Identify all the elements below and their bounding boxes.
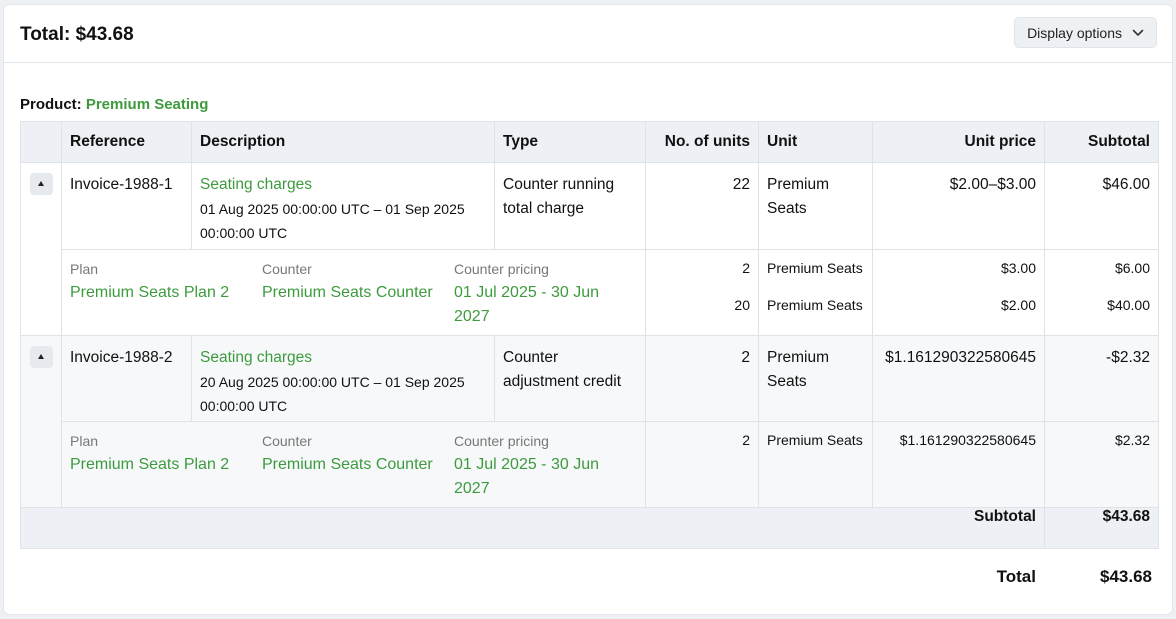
detail-unit-cell: Premium Seats Premium Seats: [758, 249, 873, 336]
invoice-card: Total: $43.68 Display options Product: P…: [3, 4, 1173, 615]
detail-unit-cell: Premium Seats: [758, 421, 873, 508]
unit-cell: Premium Seats: [758, 162, 873, 250]
counter-label: Counter: [262, 261, 312, 277]
pricing-link[interactable]: 01 Jul 2025 - 30 Jun 2027: [454, 453, 629, 501]
page-title: Total: $43.68: [20, 24, 134, 45]
counter-link[interactable]: Premium Seats Counter: [262, 453, 454, 477]
description-link[interactable]: Seating charges: [200, 346, 486, 370]
caret-up-icon[interactable]: [29, 346, 53, 368]
grand-total-label: Total: [996, 567, 1036, 586]
description-link[interactable]: Seating charges: [200, 173, 486, 197]
unit-cell: Premium Seats: [758, 335, 873, 422]
product-name: Premium Seating: [85, 96, 209, 113]
pricing-link[interactable]: 01 Jul 2025 - 30 Jun 2027: [454, 281, 629, 329]
chevron-down-icon: [1132, 29, 1144, 37]
column-header-unit: Unit: [758, 121, 873, 163]
plan-link[interactable]: Premium Seats Plan 2: [70, 453, 262, 477]
detail-units-cell: 2: [645, 421, 759, 508]
detail-subtotal: $2.32: [1114, 432, 1150, 448]
type-cell: Counter adjustment credit: [494, 335, 646, 422]
description-cell: Seating charges 01 Aug 2025 00:00:00 UTC…: [191, 162, 495, 250]
billing-period: 20 Aug 2025 00:00:00 UTC – 01 Sep 2025 0…: [200, 374, 465, 414]
counter-meta: Counter Premium Seats Counter: [262, 262, 454, 329]
grand-total-value: $43.68: [1100, 567, 1152, 586]
detail-units-cell: 2 20: [645, 249, 759, 336]
row-detail: Plan Premium Seats Plan 2 Counter Premiu…: [21, 249, 1159, 336]
plan-label: Plan: [70, 261, 99, 277]
detail-unit-price: $1.161290322580645: [899, 432, 1036, 448]
detail-unit-price: $3.00: [1000, 260, 1036, 276]
column-header-unit-price: Unit price: [872, 121, 1045, 163]
unit-price-cell: $1.161290322580645: [872, 335, 1045, 422]
detail-subtotal-cell: $2.32: [1044, 421, 1159, 508]
column-header-reference: Reference: [61, 121, 192, 163]
display-options-button[interactable]: Display options: [1014, 17, 1157, 48]
pricing-meta: Counter pricing 01 Jul 2025 - 30 Jun 202…: [454, 262, 629, 329]
line-items-table: Reference Description Type No. of units …: [20, 121, 1159, 549]
counter-meta: Counter Premium Seats Counter: [262, 434, 454, 501]
toggle-cell: [20, 335, 62, 508]
detail-meta-cell: Plan Premium Seats Plan 2 Counter Premiu…: [61, 421, 646, 508]
detail-unit: Premium Seats: [767, 297, 863, 313]
column-header-type: Type: [494, 121, 646, 163]
column-header-description: Description: [191, 121, 495, 163]
detail-unit: Premium Seats: [767, 432, 863, 448]
detail-unit: Premium Seats: [767, 260, 863, 276]
detail-unit-price-cell: $1.161290322580645: [872, 421, 1045, 508]
card-header: Total: $43.68 Display options: [4, 5, 1172, 63]
display-options-label: Display options: [1027, 24, 1122, 41]
pricing-label: Counter pricing: [454, 261, 549, 277]
column-header-subtotal: Subtotal: [1044, 121, 1159, 163]
plan-link[interactable]: Premium Seats Plan 2: [70, 281, 262, 305]
plan-label: Plan: [70, 433, 99, 449]
reference-cell: Invoice-1988-2: [61, 335, 192, 422]
grand-total-row: Total $43.68: [20, 555, 1158, 596]
product-label: Product:: [20, 96, 82, 113]
reference-cell: Invoice-1988-1: [61, 162, 192, 250]
table-row: Invoice-1988-2 Seating charges 20 Aug 20…: [20, 335, 1159, 508]
pricing-label: Counter pricing: [454, 433, 549, 449]
detail-units: 2: [742, 260, 750, 276]
column-header-units: No. of units: [645, 121, 759, 163]
detail-subtotal: $6.00: [1114, 260, 1150, 276]
type-cell: Counter running total charge: [494, 162, 646, 250]
subtotal-cell: $46.00: [1044, 162, 1159, 250]
detail-units: 2: [742, 432, 750, 448]
pricing-meta: Counter pricing 01 Jul 2025 - 30 Jun 202…: [454, 434, 629, 501]
subtotal-value: $43.68: [1044, 507, 1159, 549]
row-detail: Plan Premium Seats Plan 2 Counter Premiu…: [20, 421, 1159, 508]
subtotal-cell: -$2.32: [1044, 335, 1159, 422]
billing-period: 01 Aug 2025 00:00:00 UTC – 01 Sep 2025 0…: [200, 201, 465, 241]
unit-price-cell: $2.00–$3.00: [872, 162, 1045, 250]
counter-link[interactable]: Premium Seats Counter: [262, 281, 454, 305]
header-toggle-col: [20, 121, 62, 163]
detail-meta-cell: Plan Premium Seats Plan 2 Counter Premiu…: [61, 249, 646, 336]
detail-unit-price: $2.00: [1000, 297, 1036, 313]
detail-subtotal: $40.00: [1107, 297, 1150, 313]
units-cell: 2: [645, 335, 759, 422]
detail-units: 20: [734, 297, 750, 313]
units-cell: 22: [645, 162, 759, 250]
caret-up-icon[interactable]: [29, 173, 53, 195]
plan-meta: Plan Premium Seats Plan 2: [70, 434, 262, 501]
table-header-row: Reference Description Type No. of units …: [20, 121, 1159, 163]
plan-meta: Plan Premium Seats Plan 2: [70, 262, 262, 329]
table-row: Invoice-1988-1 Seating charges 01 Aug 20…: [20, 162, 1159, 336]
detail-unit-price-cell: $3.00 $2.00: [872, 249, 1045, 336]
detail-subtotal-cell: $6.00 $40.00: [1044, 249, 1159, 336]
subtotal-row: Subtotal $43.68: [20, 507, 1159, 549]
counter-label: Counter: [262, 433, 312, 449]
description-cell: Seating charges 20 Aug 2025 00:00:00 UTC…: [191, 335, 495, 422]
toggle-cell: [20, 162, 62, 336]
product-heading: Product: Premium Seating: [20, 96, 208, 113]
subtotal-label: Subtotal: [20, 507, 1045, 549]
